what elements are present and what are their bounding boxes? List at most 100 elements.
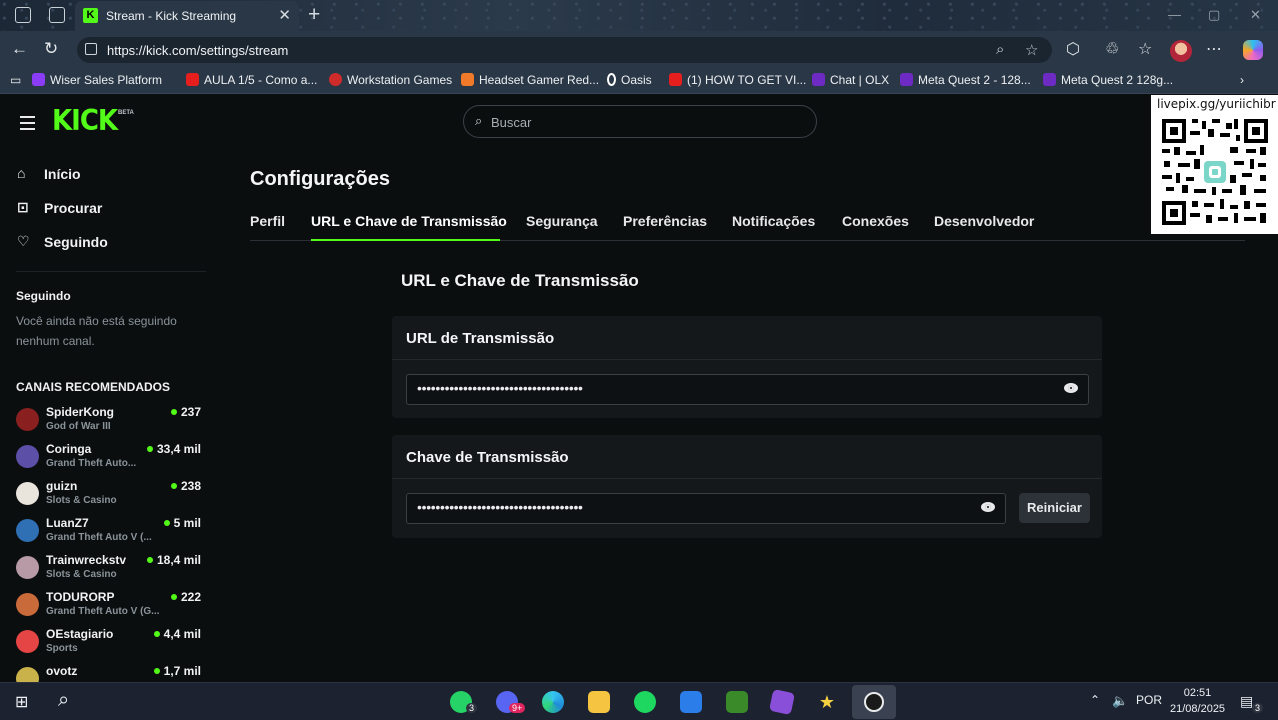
channel-item[interactable]: OEstagiario Sports 4,4 mil (16, 627, 206, 663)
stream-key-value: •••••••••••••••••••••••••••••••••••• (417, 499, 583, 515)
live-dot-icon (146, 557, 153, 563)
olx-icon (900, 73, 913, 86)
favorites-icon[interactable]: ☆ (1138, 39, 1152, 59)
show-key-eye-icon[interactable] (981, 502, 995, 512)
section-title: URL e Chave de Transmissão (401, 271, 639, 290)
avatar (16, 667, 39, 682)
address-bar[interactable]: https://kick.com/settings/stream ⌕ ☆ (77, 37, 1052, 63)
viewer-count: 222 (170, 590, 201, 604)
recommended-heading: CANAIS RECOMENDADOS (16, 380, 171, 394)
tab-desenvolvedor[interactable]: Desenvolvedor (934, 213, 1034, 229)
refresh-icon[interactable]: ↻ (44, 39, 58, 59)
channel-category: Slots & Casino (46, 495, 117, 506)
following-heading: Seguindo (16, 289, 71, 303)
volume-icon[interactable]: 🔈 (1112, 693, 1128, 709)
windows-start-icon[interactable]: ⊞ (15, 692, 28, 712)
taskbar-search-icon[interactable]: ⌕ (58, 689, 69, 712)
workspaces-icon[interactable] (15, 7, 31, 23)
menu-icon[interactable] (20, 116, 35, 134)
tab-notificacoes[interactable]: Notificações (732, 213, 815, 229)
browser-essentials-icon[interactable]: ♲ (1105, 39, 1119, 59)
channel-item[interactable]: SpiderKong God of War III 237 (16, 405, 206, 441)
tab-close-icon[interactable]: ✕ (278, 6, 291, 24)
kick-favicon-icon: K (83, 8, 98, 23)
star-app-icon[interactable]: ★ (816, 691, 838, 713)
settings-tabs: Perfil URL e Chave de Transmissão Segura… (250, 213, 1245, 241)
channel-item[interactable]: ovotz 1,7 mil (16, 664, 206, 682)
bookmark-item[interactable]: (1) HOW TO GET VI... (669, 73, 806, 87)
more-menu-icon[interactable]: ⋯ (1206, 39, 1222, 59)
search-input[interactable]: ⌕ Buscar (463, 105, 817, 138)
stream-url-field[interactable]: •••••••••••••••••••••••••••••••••••• (406, 374, 1089, 405)
bookmarks-overflow-icon[interactable]: › (1240, 73, 1244, 87)
bookmark-item[interactable]: Meta Quest 2 128g... (1043, 73, 1173, 87)
stream-key-card: Chave de Transmissão •••••••••••••••••••… (392, 435, 1102, 538)
channel-item[interactable]: Coringa Grand Theft Auto... 33,4 mil (16, 442, 206, 478)
sidebar-item-inicio[interactable]: ⌂ Início (17, 165, 81, 182)
obs-icon (864, 692, 884, 712)
game-launcher-icon[interactable] (768, 688, 796, 716)
channel-item[interactable]: TODURORP Grand Theft Auto V (G... 222 (16, 590, 206, 626)
reading-list-icon[interactable]: ▭ (10, 73, 21, 87)
stream-key-title: Chave de Transmissão (392, 435, 1102, 479)
maximize-icon[interactable]: ▢ (1208, 7, 1220, 23)
zoom-icon[interactable]: ⌕ (996, 41, 1004, 58)
avatar (16, 630, 39, 653)
stream-url-value: •••••••••••••••••••••••••••••••••••• (417, 380, 583, 396)
avatar (16, 482, 39, 505)
url-text[interactable]: https://kick.com/settings/stream (107, 43, 288, 58)
microsoft-store-icon[interactable] (680, 691, 702, 713)
spotify-icon[interactable] (634, 691, 656, 713)
minimize-icon[interactable]: — (1168, 7, 1181, 22)
bookmark-favicon-icon (32, 73, 45, 86)
edge-icon[interactable] (542, 691, 564, 713)
channel-item[interactable]: LuanZ7 Grand Theft Auto V (... 5 mil (16, 516, 206, 552)
bookmark-item[interactable]: AULA 1/5 - Como a... (186, 73, 317, 87)
bookmark-item[interactable]: Headset Gamer Red... (461, 73, 599, 87)
tab-preferencias[interactable]: Preferências (623, 213, 707, 229)
show-url-eye-icon[interactable] (1064, 383, 1078, 393)
bookmark-item[interactable]: Meta Quest 2 - 128... (900, 73, 1031, 87)
bookmark-item[interactable]: Workstation Games (329, 73, 452, 87)
copilot-icon[interactable] (1243, 40, 1263, 60)
system-clock[interactable]: 02:51 21/08/2025 (1170, 685, 1225, 717)
live-dot-icon (170, 483, 177, 489)
tab-actions-icon[interactable] (49, 7, 65, 23)
viewer-count: 1,7 mil (153, 664, 201, 678)
profile-avatar[interactable] (1170, 40, 1192, 62)
back-icon[interactable]: ← (11, 39, 28, 59)
channel-item[interactable]: Trainwreckstv Slots & Casino 18,4 mil (16, 553, 206, 589)
sidebar-item-seguindo[interactable]: ♡ Seguindo (17, 233, 108, 250)
browser-tab-strip: K Stream - Kick Streaming ✕ + — ▢ ✕ (0, 0, 1278, 31)
olx-icon (1043, 73, 1056, 86)
tab-conexoes[interactable]: Conexões (842, 213, 909, 229)
obs-taskbar-button[interactable] (852, 685, 896, 719)
sidebar-item-procurar[interactable]: ⊡ Procurar (17, 199, 102, 216)
youtube-icon (186, 73, 199, 86)
stream-key-field[interactable]: •••••••••••••••••••••••••••••••••••• (406, 493, 1006, 524)
viewer-count: 33,4 mil (146, 442, 201, 456)
bookmark-item[interactable]: Oasis (607, 73, 652, 87)
bookmark-item[interactable]: Wiser Sales Platform (32, 73, 162, 87)
tab-stream-url-key[interactable]: URL e Chave de Transmissão (311, 213, 507, 229)
kick-logo[interactable]: KICK (52, 105, 118, 138)
channel-item[interactable]: guizn Slots & Casino 238 (16, 479, 206, 515)
bookmark-item[interactable]: Chat | OLX (812, 73, 889, 87)
favorite-star-icon[interactable]: ☆ (1025, 41, 1038, 59)
tray-overflow-icon[interactable]: ⌃ (1090, 693, 1100, 707)
file-explorer-icon[interactable] (588, 691, 610, 713)
language-indicator[interactable]: POR (1136, 693, 1162, 707)
live-dot-icon (153, 668, 160, 674)
site-info-icon[interactable] (85, 43, 97, 55)
extensions-icon[interactable]: ⬡ (1066, 39, 1080, 59)
minecraft-icon[interactable] (726, 691, 748, 713)
browser-tab-active[interactable]: K Stream - Kick Streaming ✕ (75, 1, 299, 31)
viewer-count: 18,4 mil (146, 553, 201, 567)
tab-seguranca[interactable]: Segurança (526, 213, 598, 229)
window-close-icon[interactable]: ✕ (1250, 7, 1261, 23)
reset-key-button[interactable]: Reiniciar (1019, 493, 1090, 523)
clock-time: 02:51 (1183, 687, 1212, 699)
new-tab-icon[interactable]: + (308, 3, 320, 27)
page-title: Configurações (250, 168, 391, 190)
tab-perfil[interactable]: Perfil (250, 213, 285, 229)
